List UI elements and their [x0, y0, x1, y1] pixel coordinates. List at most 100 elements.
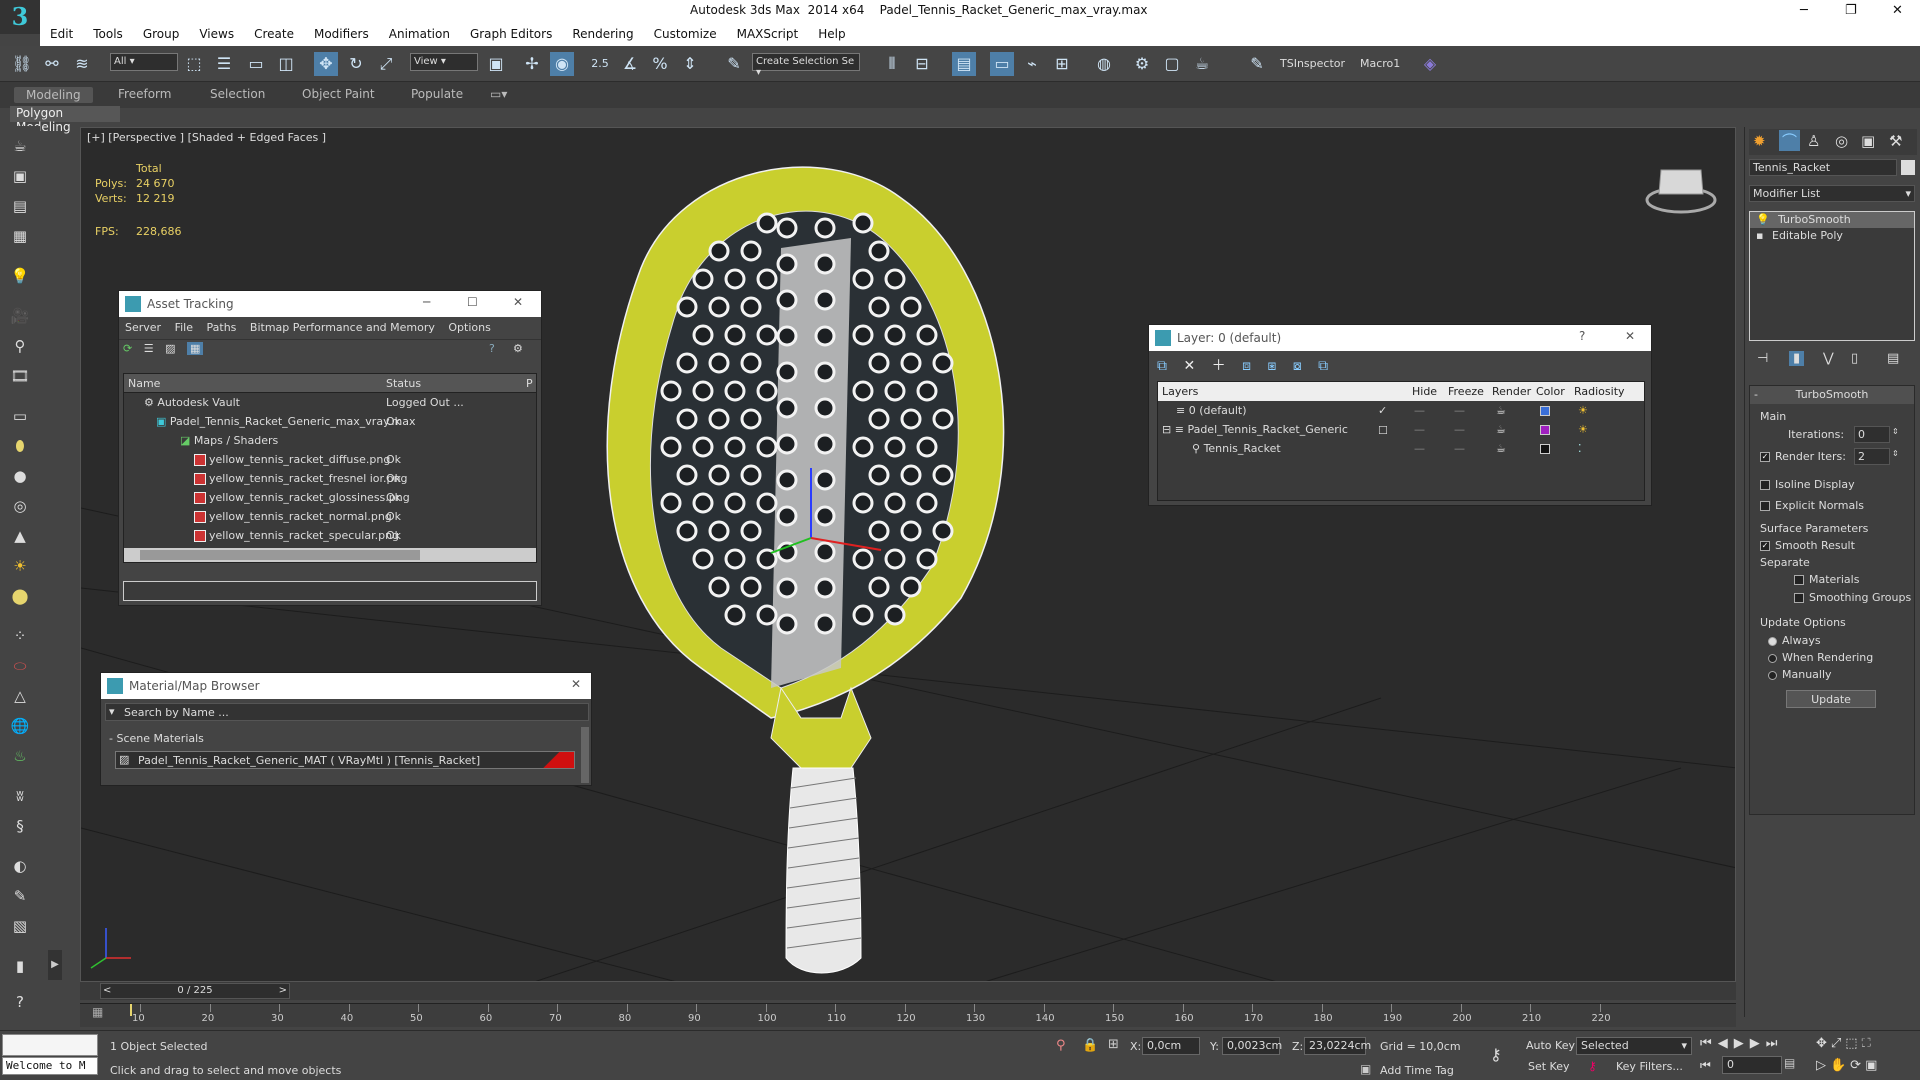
at-close-button[interactable]: ✕: [513, 295, 523, 309]
snake-icon[interactable]: §: [8, 814, 32, 838]
percent-snap-icon[interactable]: %: [648, 52, 672, 76]
key-mode-icon[interactable]: ⏮: [1700, 1058, 1711, 1073]
menu-tools[interactable]: Tools: [93, 27, 123, 41]
render-icon[interactable]: ☕: [1190, 52, 1214, 76]
always-row[interactable]: Always: [1768, 634, 1821, 647]
tab-populate[interactable]: Populate: [411, 87, 463, 101]
thumbnail-icon[interactable]: ▨: [165, 342, 175, 355]
layer-manager-icon[interactable]: ▤: [952, 52, 976, 76]
at-minimize-button[interactable]: ─: [423, 295, 430, 309]
mb-close-button[interactable]: ✕: [571, 677, 581, 691]
rollout-header[interactable]: - TurboSmooth: [1750, 386, 1914, 404]
scene-explorer-icon[interactable]: ▧: [8, 914, 32, 938]
viewport-nav-controls[interactable]: ✥⤢⬚⛶: [1816, 1036, 1875, 1051]
snaps-icon[interactable]: 2.5: [588, 52, 612, 76]
x-coord-field[interactable]: 0,0cm: [1142, 1037, 1200, 1055]
display-tab-icon[interactable]: ▣: [1861, 132, 1875, 150]
key-icon[interactable]: ⚷: [1490, 1045, 1502, 1064]
layer-color-swatch[interactable]: [1540, 444, 1550, 454]
polygon-modeling-panel[interactable]: Polygon Modeling: [10, 106, 120, 134]
table-view-icon[interactable]: ▦: [187, 342, 204, 355]
mb-scrollbar[interactable]: [581, 727, 589, 783]
auto-key-button[interactable]: Auto Key: [1526, 1039, 1575, 1052]
macro1-label[interactable]: Macro1: [1360, 57, 1400, 70]
key-filters-button[interactable]: Key Filters...: [1616, 1060, 1683, 1073]
align-icon[interactable]: ⊟: [910, 52, 934, 76]
spinner-snap-icon[interactable]: ⇕: [678, 52, 702, 76]
select-in-layer-icon[interactable]: ⧈: [1242, 358, 1251, 374]
material-item[interactable]: ▨ Padel_Tennis_Racket_Generic_MAT ( VRay…: [115, 751, 575, 769]
menu-create[interactable]: Create: [254, 27, 294, 41]
pivot-icon[interactable]: ▣: [484, 52, 508, 76]
freeze-all-icon[interactable]: ⧉: [1318, 358, 1328, 374]
menu-edit[interactable]: Edit: [50, 27, 73, 41]
modifier-list-dropdown[interactable]: Modifier List ▾: [1749, 185, 1915, 202]
search-options-icon[interactable]: ▾: [109, 705, 115, 718]
object-name-field[interactable]: Tennis_Racket: [1749, 159, 1897, 176]
material-browser-dialog[interactable]: Material/Map Browser ✕ ▾ Search by Name .…: [100, 672, 592, 786]
expand-arrow-icon[interactable]: ▶: [48, 950, 62, 980]
keyboard-shortcut-icon[interactable]: ◉: [550, 52, 574, 76]
playback-controls[interactable]: ⏮◀▶▶⏭: [1700, 1036, 1783, 1051]
set-key-icon[interactable]: ⚷: [1588, 1059, 1597, 1073]
menu-group[interactable]: Group: [143, 27, 180, 41]
hide-toggle-icon[interactable]: —: [1414, 423, 1425, 442]
list-icon[interactable]: ☰: [144, 342, 154, 355]
col-freeze[interactable]: Freeze: [1448, 385, 1484, 398]
horizontal-scrollbar[interactable]: [124, 548, 536, 562]
teapot-icon[interactable]: ☕: [8, 134, 32, 158]
helper-icon[interactable]: ⚲: [8, 334, 32, 358]
at-menu-bitmap[interactable]: Bitmap Performance and Memory: [250, 321, 435, 334]
next-frame-arrow-icon[interactable]: >: [279, 985, 287, 996]
light-icon[interactable]: 💡: [8, 264, 32, 288]
hierarchy-tab-icon[interactable]: ♙: [1807, 132, 1820, 150]
scale-icon[interactable]: ⤢: [374, 52, 398, 76]
torus-icon[interactable]: ◎: [8, 494, 32, 518]
when-rendering-row[interactable]: When Rendering: [1768, 651, 1873, 664]
material-browser-titlebar[interactable]: Material/Map Browser ✕: [101, 673, 591, 699]
viewport-label[interactable]: [+] [Perspective ] [Shaded + Edged Faces…: [87, 131, 326, 144]
smooth-result-checkbox[interactable]: ✓: [1760, 541, 1770, 551]
menu-modifiers[interactable]: Modifiers: [314, 27, 369, 41]
track-bar[interactable]: 10 20 30 40 50 60 70 80 90 100 110 120 130 140 150 160 1…: [80, 1003, 1736, 1027]
mirror-icon[interactable]: ⫴: [880, 52, 904, 76]
col-render[interactable]: Render: [1492, 385, 1531, 398]
mini-curve-editor-icon[interactable]: ▦: [92, 1005, 103, 1019]
isoline-row[interactable]: Isoline Display: [1760, 478, 1855, 491]
col-radiosity[interactable]: Radiosity: [1574, 385, 1625, 398]
curve-editor-icon[interactable]: ⌁: [1020, 52, 1044, 76]
iterations-field[interactable]: 0: [1854, 426, 1890, 443]
render-toggle-icon[interactable]: ☕: [1496, 423, 1506, 442]
capsule-icon[interactable]: ⬭: [8, 654, 32, 678]
menu-views[interactable]: Views: [199, 27, 234, 41]
close-button[interactable]: ✕: [1892, 3, 1903, 18]
box-icon[interactable]: ▭: [8, 404, 32, 428]
col-status[interactable]: Status: [386, 377, 421, 390]
hair-fur-icon[interactable]: ʬ: [8, 784, 32, 808]
col-hide[interactable]: Hide: [1412, 385, 1437, 398]
layer-color-swatch[interactable]: [1540, 425, 1550, 435]
viewport-nav-controls-2[interactable]: ▷✋⟳▣: [1816, 1058, 1881, 1073]
layer-row-racket-generic[interactable]: ⊟ ≡ Padel_Tennis_Racket_Generic: [1162, 423, 1348, 442]
freeze-toggle-icon[interactable]: —: [1454, 442, 1465, 461]
smoothing-groups-checkbox[interactable]: [1794, 593, 1804, 603]
material-editor-icon[interactable]: ◍: [1092, 52, 1116, 76]
at-menu-paths[interactable]: Paths: [207, 321, 237, 334]
ribbon-options-icon[interactable]: ▭▾: [490, 87, 507, 101]
object-color-swatch[interactable]: [1901, 160, 1915, 175]
freeze-toggle-icon[interactable]: —: [1454, 423, 1465, 442]
move-icon[interactable]: ✥: [314, 52, 338, 76]
at-menu-file[interactable]: File: [175, 321, 193, 334]
named-selection-dropdown[interactable]: Create Selection Se ▾: [752, 53, 860, 78]
render-iters-checkbox[interactable]: ✓: [1760, 452, 1770, 462]
menu-rendering[interactable]: Rendering: [572, 27, 633, 41]
scrollbar-thumb[interactable]: [140, 550, 420, 560]
col-layers[interactable]: Layers: [1162, 385, 1198, 398]
at-help-icon[interactable]: ?: [489, 342, 495, 355]
key-selection-dropdown[interactable]: Selected ▾: [1576, 1037, 1692, 1055]
time-slider[interactable]: <0 / 225 >: [80, 982, 1736, 1000]
macro-icon[interactable]: ◈: [1418, 52, 1442, 76]
stack-editable-poly[interactable]: ▪ Editable Poly: [1750, 228, 1914, 244]
planet-icon[interactable]: ◐: [8, 854, 32, 878]
isoline-checkbox[interactable]: [1760, 480, 1770, 490]
